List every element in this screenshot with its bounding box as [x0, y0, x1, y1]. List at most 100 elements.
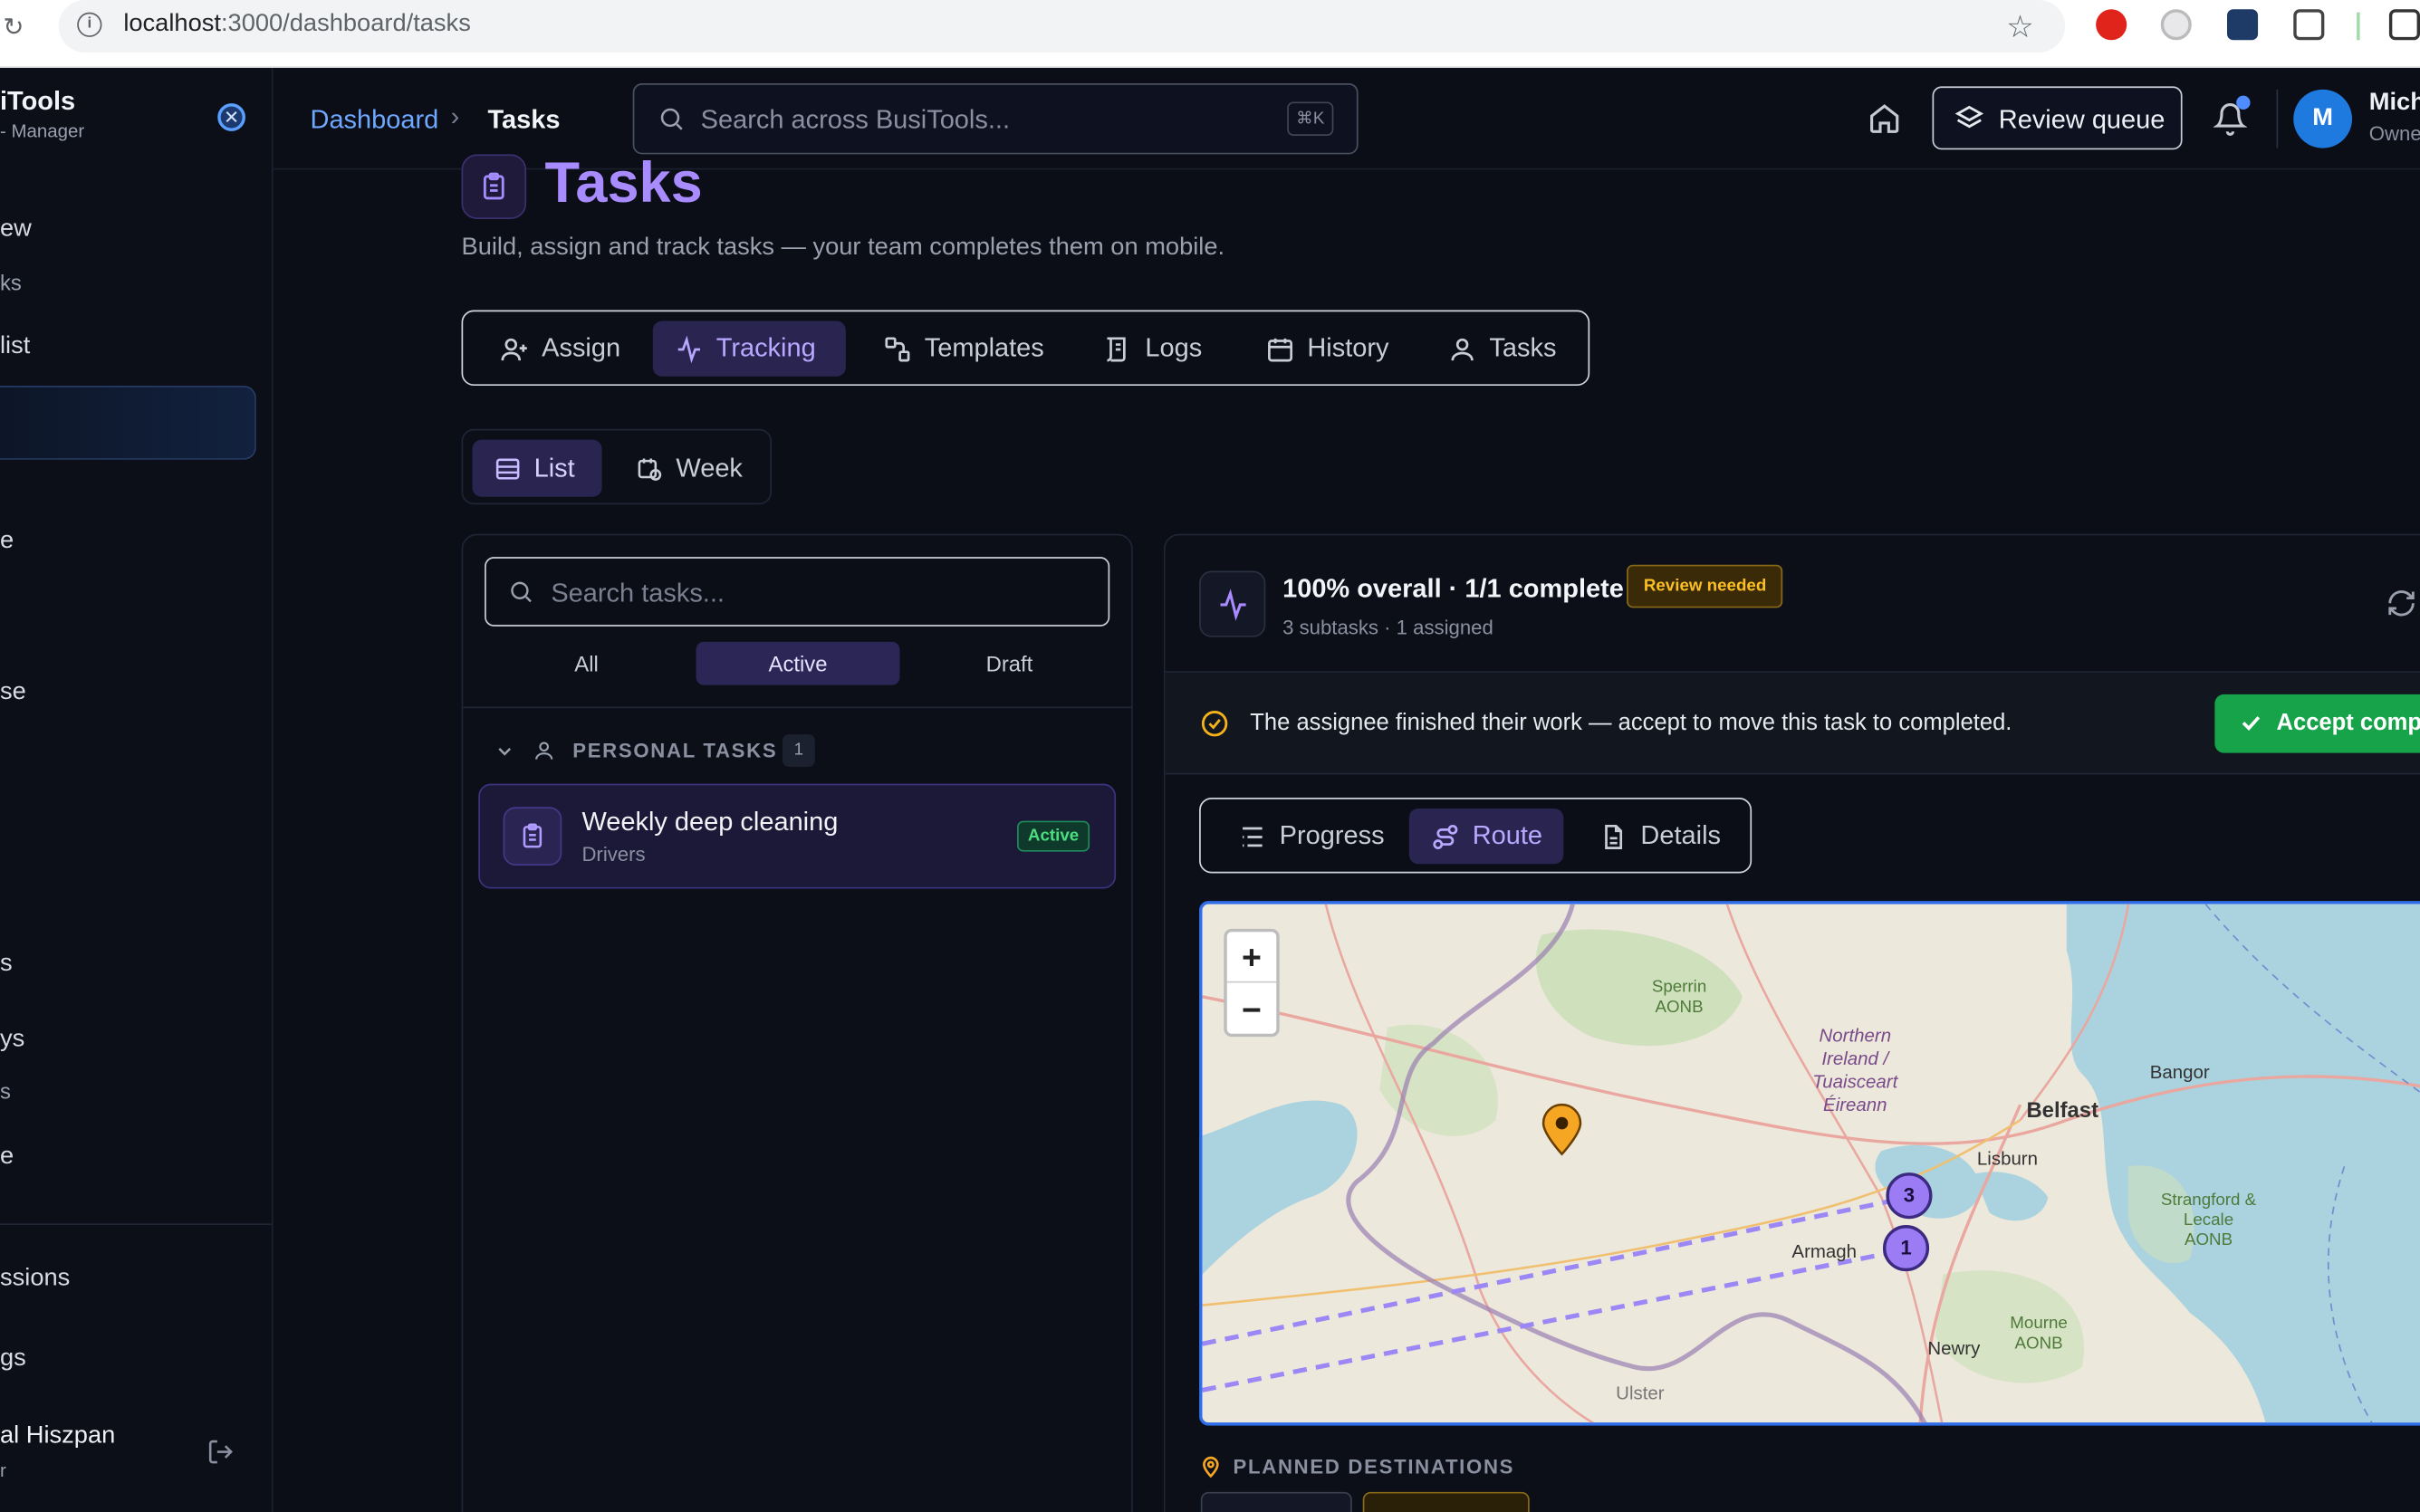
subtab-progress-label: Progress	[1279, 820, 1385, 850]
chevron-down-icon[interactable]	[494, 741, 515, 762]
home-icon[interactable]	[1868, 101, 1901, 135]
address-bar[interactable]: i localhost:3000/dashboard/tasks ☆	[58, 0, 2066, 53]
sidebar-user-name: al Hiszpan	[0, 1422, 116, 1450]
task-card-icon	[503, 807, 562, 866]
review-queue-button[interactable]: Review queue	[1932, 86, 2183, 150]
check-circle-icon	[1199, 708, 1230, 739]
extension-react-icon[interactable]	[2226, 9, 2259, 41]
review-needed-badge: Review needed	[1627, 564, 1784, 608]
page-title-icon	[461, 154, 527, 219]
brand-name: iTools	[0, 86, 76, 116]
map-label-ulster: Ulster	[1616, 1382, 1665, 1404]
map-label-belfast: Belfast	[2026, 1096, 2099, 1122]
close-sidebar-icon[interactable]: ✕	[217, 103, 245, 131]
global-search-placeholder: Search across BusiTools...	[700, 104, 1011, 135]
filter-all[interactable]: All	[485, 642, 688, 685]
tab-history-label: History	[1307, 333, 1389, 363]
page-subtitle: Build, assign and track tasks — your tea…	[461, 234, 1225, 261]
sidebar-item-sessions[interactable]: ssions	[0, 1265, 70, 1293]
templates-icon	[885, 336, 910, 361]
map-marker-3[interactable]: 3	[1886, 1172, 1933, 1220]
subtab-route[interactable]: Route	[1408, 808, 1564, 865]
sidebar-item-se[interactable]: se	[0, 679, 26, 707]
check-icon	[2238, 710, 2264, 736]
progress-icon-box	[1199, 570, 1266, 637]
media-control-icon[interactable]	[2388, 9, 2420, 41]
extensions-puzzle-icon[interactable]	[2293, 9, 2325, 41]
map-zoom-out-button[interactable]: −	[1227, 984, 1277, 1035]
task-card[interactable]: Weekly deep cleaning Drivers Active	[478, 783, 1117, 889]
tab-logs-label: Logs	[1145, 333, 1203, 363]
task-card-title: Weekly deep cleaning	[581, 807, 839, 837]
route-map[interactable]: Sperrin AONB Northern Ireland / Tuaiscea…	[1199, 901, 2420, 1426]
layers-icon	[1954, 103, 1984, 134]
url-host: localhost	[123, 10, 221, 37]
map-marker-1[interactable]: 1	[1882, 1225, 1930, 1272]
progress-title: 100% overall · 1/1 complete	[1282, 573, 1624, 604]
notification-dot	[2236, 95, 2251, 110]
refresh-icon[interactable]	[2386, 588, 2417, 618]
map-pin-marker[interactable]	[1541, 1103, 1584, 1156]
task-search-input[interactable]: Search tasks...	[485, 557, 1110, 627]
sidebar-item-s[interactable]: s	[0, 951, 13, 979]
global-search-input[interactable]: Search across BusiTools... ⌘K	[632, 83, 1359, 155]
breadcrumb-dashboard[interactable]: Dashboard	[311, 105, 439, 136]
extension-screenshot-icon[interactable]	[2160, 9, 2192, 41]
filter-draft[interactable]: Draft	[908, 642, 1111, 685]
map-label-northern-ireland: Northern Ireland / Tuaisceart Éireann	[1812, 1024, 1898, 1116]
destination-chip-2[interactable]	[1362, 1491, 1530, 1512]
map-label-newry: Newry	[1927, 1337, 1981, 1360]
detail-subtabs: Progress Route Details	[1199, 798, 1753, 874]
subtab-progress[interactable]: Progress	[1216, 809, 1407, 864]
map-label-strangford: Strangford & Lecale AONB	[2160, 1191, 2257, 1250]
bookmark-star-icon[interactable]: ☆	[2006, 8, 2034, 47]
user-role: Owne	[2368, 121, 2420, 146]
avatar[interactable]: M	[2293, 89, 2353, 148]
sidebar: iTools - Manager ✕ ew ks list e se s ys …	[0, 67, 274, 1512]
accept-completion-button[interactable]: Accept compl	[2214, 694, 2420, 753]
user-plus-icon	[501, 337, 527, 360]
banner-text: The assignee finished their work — accep…	[1250, 709, 2012, 736]
sidebar-item-settings[interactable]: gs	[0, 1345, 26, 1373]
tab-templates-label: Templates	[924, 333, 1044, 363]
clipboard-icon	[523, 823, 543, 848]
progress-subtitle: 3 subtasks · 1 assigned	[1282, 615, 1493, 639]
subtab-details[interactable]: Details	[1578, 809, 1743, 864]
calendar-icon	[1268, 337, 1293, 361]
tab-logs[interactable]: Logs	[1082, 321, 1224, 376]
task-card-subtitle: Drivers	[581, 842, 646, 866]
activity-icon	[1220, 589, 1246, 621]
view-week[interactable]: Week	[614, 440, 764, 497]
tab-tasks[interactable]: Tasks	[1426, 321, 1579, 376]
tab-assign-label: Assign	[542, 333, 621, 363]
sidebar-item-ys[interactable]: ys	[0, 1026, 24, 1054]
search-icon	[658, 105, 686, 133]
tab-tracking-label: Tracking	[715, 333, 816, 363]
site-info-icon[interactable]: i	[77, 12, 102, 37]
sidebar-item-e2[interactable]: e	[0, 1144, 14, 1172]
sidebar-user-role: r	[0, 1459, 6, 1481]
tab-assign[interactable]: Assign	[478, 321, 642, 376]
sidebar-item-e[interactable]: e	[0, 528, 14, 556]
search-shortcut-badge: ⌘K	[1287, 101, 1334, 136]
breadcrumb-chevron-icon: ›	[450, 101, 460, 131]
task-status-badge: Active	[1016, 820, 1090, 852]
reload-icon[interactable]: ↻	[3, 13, 24, 43]
destination-chip-1[interactable]	[1200, 1491, 1352, 1512]
sidebar-item-active[interactable]	[0, 386, 256, 460]
sidebar-item-overview[interactable]: ew	[0, 216, 32, 244]
document-icon	[1605, 824, 1623, 849]
map-zoom-in-button[interactable]: +	[1226, 932, 1277, 983]
view-list-label: List	[533, 453, 575, 483]
sidebar-item-s2: s	[0, 1078, 11, 1104]
filter-active[interactable]: Active	[696, 641, 900, 685]
extension-adblock-icon[interactable]	[2096, 9, 2127, 41]
sidebar-item-checklist[interactable]: list	[0, 333, 30, 361]
subtab-route-label: Route	[1472, 820, 1543, 850]
tab-history[interactable]: History	[1244, 321, 1410, 376]
view-list[interactable]: List	[472, 439, 602, 497]
logout-icon[interactable]	[206, 1438, 235, 1466]
clipboard-icon	[478, 169, 509, 203]
tab-tracking[interactable]: Tracking	[652, 321, 846, 377]
tab-templates[interactable]: Templates	[861, 321, 1066, 376]
